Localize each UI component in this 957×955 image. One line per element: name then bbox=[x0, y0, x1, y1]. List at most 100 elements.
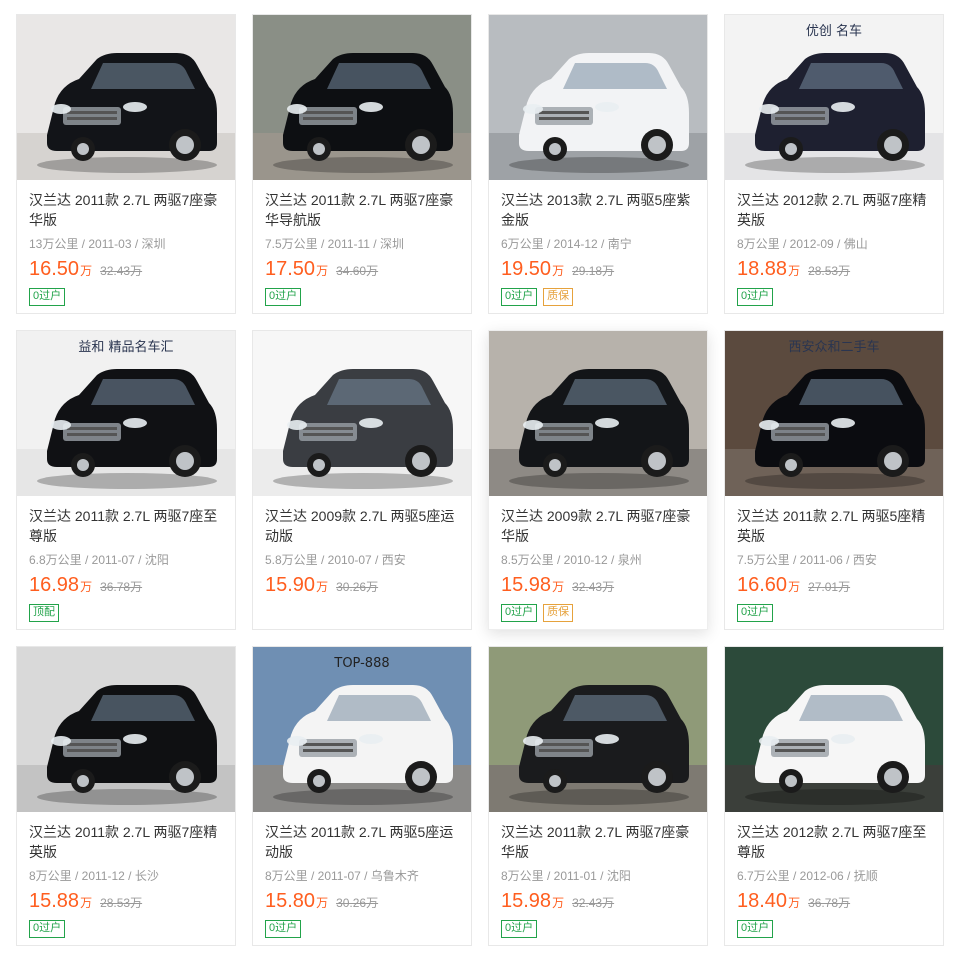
car-photo[interactable] bbox=[489, 15, 707, 180]
price-unit: 万 bbox=[316, 264, 329, 278]
listing-tags: 0过户 bbox=[737, 604, 931, 622]
listing-price: 15.88 bbox=[29, 890, 80, 912]
car-photo[interactable]: 优创 名车 bbox=[725, 15, 943, 180]
listing-prices: 15.90 万 30.26万 bbox=[265, 574, 459, 600]
car-photo[interactable]: 西安众和二手车 bbox=[725, 331, 943, 496]
listing-price: 15.98 bbox=[501, 574, 552, 596]
car-photo[interactable] bbox=[17, 15, 235, 180]
original-price: 27.01万 bbox=[808, 580, 851, 594]
listing-tags bbox=[265, 604, 459, 622]
car-photo-icon bbox=[17, 15, 235, 180]
car-photo-icon bbox=[489, 15, 707, 180]
price-unit: 万 bbox=[552, 264, 565, 278]
listing-meta: 7.5万公里 / 2011-06 / 西安 bbox=[737, 553, 877, 567]
listing-title[interactable]: 汉兰达 2011款 2.7L 两驱7座至尊版 bbox=[29, 506, 223, 546]
car-listing-card[interactable]: 汉兰达 2011款 2.7L 两驱7座豪华版 8万公里 / 2011-01 / 沈… bbox=[488, 646, 708, 946]
car-photo-icon bbox=[489, 331, 707, 496]
car-listing-card[interactable]: 益和 精品名车汇 汉兰达 2011款 2.7L 两驱7座至尊版 6.8万公里 / 2… bbox=[16, 330, 236, 630]
car-photo-icon bbox=[253, 331, 471, 496]
listing-tags: 0过户 bbox=[737, 920, 931, 938]
listing-price: 16.60 bbox=[737, 574, 788, 596]
car-photo[interactable] bbox=[17, 647, 235, 812]
car-listing-card[interactable]: 汉兰达 2011款 2.7L 两驱7座豪华版 13万公里 / 2011-03 / … bbox=[16, 14, 236, 314]
listing-meta: 7.5万公里 / 2011-11 / 深圳 bbox=[265, 237, 404, 251]
listing-info: 汉兰达 2011款 2.7L 两驱7座豪华导航版 7.5万公里 / 2011-11… bbox=[253, 180, 471, 306]
listing-tags: 0过户 bbox=[29, 288, 223, 306]
listing-tags: 0过户 bbox=[501, 920, 695, 938]
listing-info: 汉兰达 2009款 2.7L 两驱7座豪华版 8.5万公里 / 2010-12 /… bbox=[489, 496, 707, 622]
price-unit: 万 bbox=[788, 580, 801, 594]
listing-price: 19.50 bbox=[501, 258, 552, 280]
car-listing-card[interactable]: 汉兰达 2009款 2.7L 两驱7座豪华版 8.5万公里 / 2010-12 /… bbox=[488, 330, 708, 630]
price-unit: 万 bbox=[316, 580, 329, 594]
car-listing-card[interactable]: 汉兰达 2011款 2.7L 两驱7座精英版 8万公里 / 2011-12 / 长… bbox=[16, 646, 236, 946]
listing-info: 汉兰达 2012款 2.7L 两驱7座至尊版 6.7万公里 / 2012-06 /… bbox=[725, 812, 943, 938]
transfer-badge: 0过户 bbox=[737, 604, 774, 622]
car-photo[interactable] bbox=[253, 15, 471, 180]
listing-title[interactable]: 汉兰达 2011款 2.7L 两驱7座豪华导航版 bbox=[265, 190, 459, 230]
original-price: 32.43万 bbox=[100, 264, 143, 278]
transfer-badge: 0过户 bbox=[265, 920, 302, 938]
listing-price: 16.50 bbox=[29, 258, 80, 280]
listing-info: 汉兰达 2013款 2.7L 两驱5座紫金版 6万公里 / 2014-12 / 南… bbox=[489, 180, 707, 306]
listing-title[interactable]: 汉兰达 2011款 2.7L 两驱5座精英版 bbox=[737, 506, 931, 546]
original-price: 36.78万 bbox=[808, 896, 851, 910]
car-photo[interactable] bbox=[489, 647, 707, 812]
car-photo-icon bbox=[489, 647, 707, 812]
car-photo[interactable] bbox=[253, 331, 471, 496]
car-listing-card[interactable]: 汉兰达 2013款 2.7L 两驱5座紫金版 6万公里 / 2014-12 / 南… bbox=[488, 14, 708, 314]
listing-tags: 0过户 bbox=[265, 920, 459, 938]
listing-title[interactable]: 汉兰达 2012款 2.7L 两驱7座至尊版 bbox=[737, 822, 931, 862]
listing-title[interactable]: 汉兰达 2012款 2.7L 两驱7座精英版 bbox=[737, 190, 931, 230]
listing-title[interactable]: 汉兰达 2009款 2.7L 两驱7座豪华版 bbox=[501, 506, 695, 546]
original-price: 28.53万 bbox=[100, 896, 143, 910]
car-photo[interactable] bbox=[489, 331, 707, 496]
photo-watermark-text: 西安众和二手车 bbox=[788, 339, 879, 355]
car-listing-card[interactable]: 优创 名车汉兰达 2012款 2.7L 两驱7座精英版 8万公里 / 2012-0… bbox=[724, 14, 944, 314]
transfer-badge: 0过户 bbox=[29, 920, 66, 938]
listing-prices: 15.98 万 32.43万 bbox=[501, 890, 695, 916]
listing-meta: 6.7万公里 / 2012-06 / 抚顺 bbox=[737, 869, 878, 883]
transfer-badge: 0过户 bbox=[737, 288, 774, 306]
photo-watermark-text: 优创 名车 bbox=[806, 23, 862, 39]
listing-title[interactable]: 汉兰达 2011款 2.7L 两驱5座运动版 bbox=[265, 822, 459, 862]
car-photo[interactable] bbox=[725, 647, 943, 812]
original-price: 36.78万 bbox=[100, 580, 143, 594]
listing-prices: 18.88 万 28.53万 bbox=[737, 258, 931, 284]
car-listing-card[interactable]: 汉兰达 2011款 2.7L 两驱7座豪华导航版 7.5万公里 / 2011-11… bbox=[252, 14, 472, 314]
car-photo-icon: 益和 精品名车汇 bbox=[17, 331, 235, 496]
listing-prices: 15.98 万 32.43万 bbox=[501, 574, 695, 600]
listing-info: 汉兰达 2011款 2.7L 两驱5座运动版 8万公里 / 2011-07 / 乌… bbox=[253, 812, 471, 938]
car-listing-card[interactable]: TOP-888 汉兰达 2011款 2.7L 两驱5座运动版 8万公里 / 2011… bbox=[252, 646, 472, 946]
car-photo[interactable]: 益和 精品名车汇 bbox=[17, 331, 235, 496]
listing-meta: 8万公里 / 2011-01 / 沈阳 bbox=[501, 869, 631, 883]
car-photo[interactable]: TOP-888 bbox=[253, 647, 471, 812]
car-listing-card[interactable]: 西安众和二手车汉兰达 2011款 2.7L 两驱5座精英版 7.5万公里 / 20… bbox=[724, 330, 944, 630]
price-unit: 万 bbox=[80, 896, 93, 910]
transfer-badge: 0过户 bbox=[501, 288, 538, 306]
listing-title[interactable]: 汉兰达 2013款 2.7L 两驱5座紫金版 bbox=[501, 190, 695, 230]
car-listing-card[interactable]: 汉兰达 2012款 2.7L 两驱7座至尊版 6.7万公里 / 2012-06 /… bbox=[724, 646, 944, 946]
listing-title[interactable]: 汉兰达 2011款 2.7L 两驱7座精英版 bbox=[29, 822, 223, 862]
listing-prices: 18.40 万 36.78万 bbox=[737, 890, 931, 916]
original-price: 30.26万 bbox=[336, 896, 379, 910]
car-listing-card[interactable]: 汉兰达 2009款 2.7L 两驱5座运动版 5.8万公里 / 2010-07 /… bbox=[252, 330, 472, 630]
listing-title[interactable]: 汉兰达 2011款 2.7L 两驱7座豪华版 bbox=[29, 190, 223, 230]
original-price: 32.43万 bbox=[572, 896, 615, 910]
listing-info: 汉兰达 2011款 2.7L 两驱5座精英版 7.5万公里 / 2011-06 /… bbox=[725, 496, 943, 622]
warranty-badge: 质保 bbox=[543, 288, 574, 306]
listing-title[interactable]: 汉兰达 2011款 2.7L 两驱7座豪华版 bbox=[501, 822, 695, 862]
transfer-badge: 0过户 bbox=[265, 288, 302, 306]
price-unit: 万 bbox=[552, 580, 565, 594]
listing-tags: 0过户 bbox=[737, 288, 931, 306]
listing-price: 16.98 bbox=[29, 574, 80, 596]
listing-tags: 0过户 质保 bbox=[501, 604, 695, 622]
listing-price: 17.50 bbox=[265, 258, 316, 280]
listing-info: 汉兰达 2011款 2.7L 两驱7座至尊版 6.8万公里 / 2011-07 /… bbox=[17, 496, 235, 622]
listing-info: 汉兰达 2012款 2.7L 两驱7座精英版 8万公里 / 2012-09 / 佛… bbox=[725, 180, 943, 306]
price-unit: 万 bbox=[316, 896, 329, 910]
listing-meta: 6万公里 / 2014-12 / 南宁 bbox=[501, 237, 632, 251]
listing-title[interactable]: 汉兰达 2009款 2.7L 两驱5座运动版 bbox=[265, 506, 459, 546]
listing-prices: 15.88 万 28.53万 bbox=[29, 890, 223, 916]
photo-watermark-text: TOP-888 bbox=[333, 656, 389, 671]
